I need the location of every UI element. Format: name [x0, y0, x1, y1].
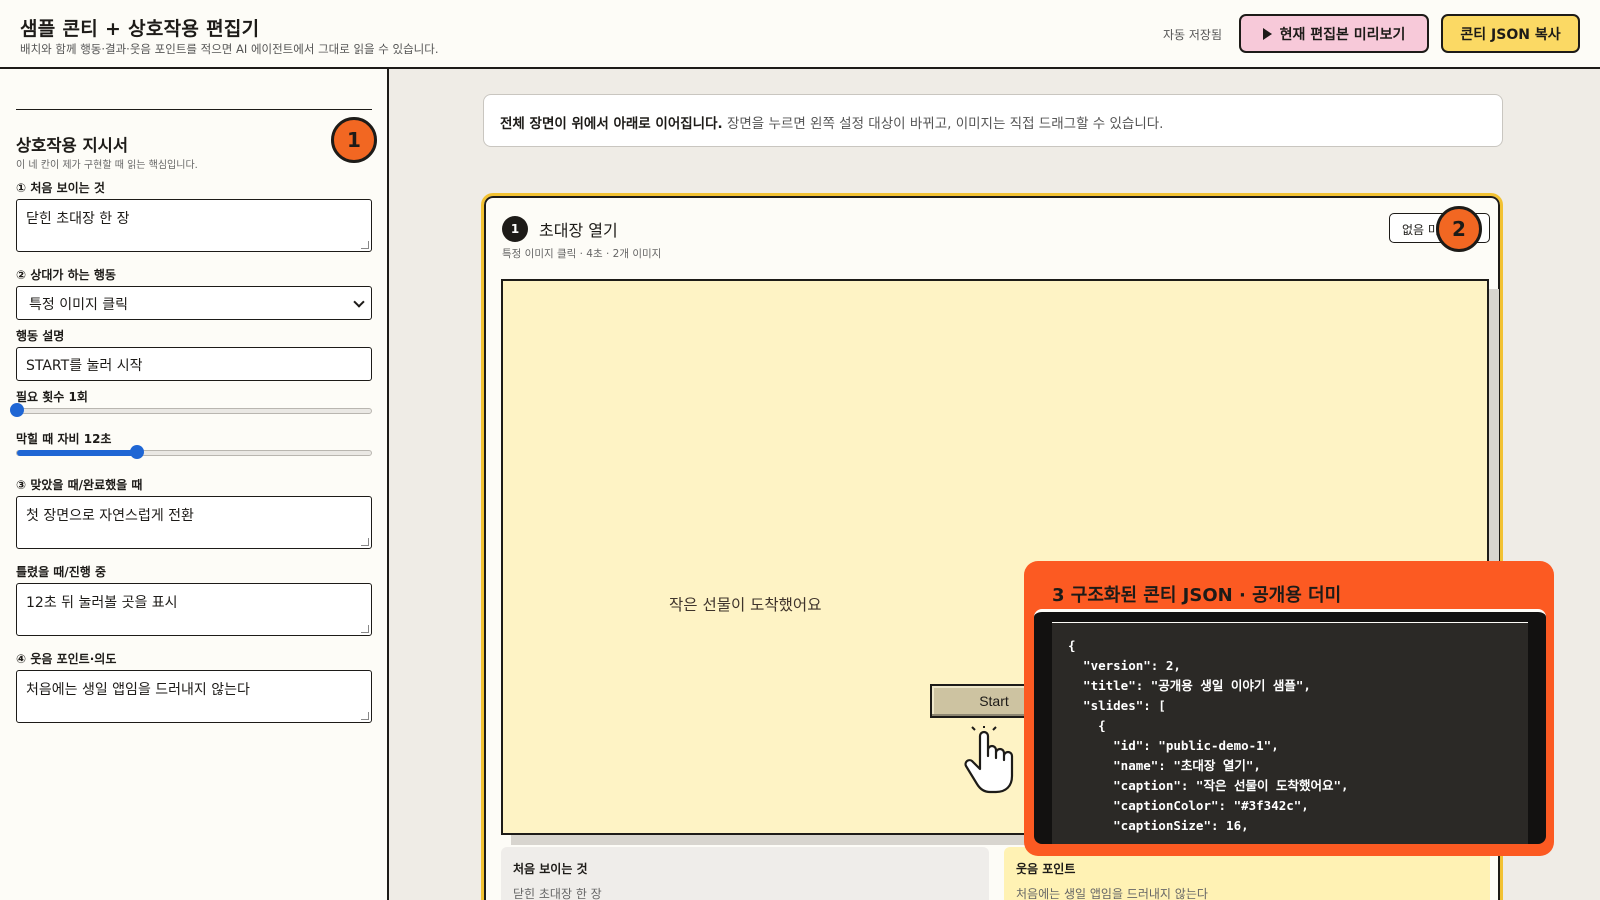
hint-label: 막힐 때 자비 12초	[16, 432, 112, 446]
success-label: ③ 맞았을 때/완료했을 때	[16, 478, 143, 492]
action-desc-label: 행동 설명	[16, 329, 65, 343]
count-label: 필요 횟수 1회	[16, 390, 88, 404]
note-first-seen-title: 처음 보이는 것	[513, 862, 588, 876]
hint-slider-fill	[17, 450, 138, 456]
json-line: "captionSize": 16,	[1068, 818, 1249, 833]
divider	[16, 109, 372, 110]
hint-slider[interactable]	[16, 445, 372, 459]
autosave-status: 자동 저장됨	[1163, 28, 1223, 42]
copy-json-button[interactable]: 콘티 JSON 복사	[1441, 14, 1580, 53]
scene-meta: 특정 이미지 클릭 · 4초 · 2개 이미지	[502, 248, 662, 260]
json-panel: 3 구조화된 콘티 JSON · 공개용 더미 { "version": 2, …	[1024, 561, 1554, 856]
json-line: "captionColor": "#3f342c",	[1068, 798, 1309, 813]
json-panel-title: 3 구조화된 콘티 JSON · 공개용 더미	[1052, 585, 1342, 606]
notice-bold: 전체 장면이 위에서 아래로 이어집니다.	[500, 116, 723, 132]
json-line: "version": 2,	[1068, 658, 1181, 673]
action-select[interactable]: 특정 이미지 클릭	[16, 286, 372, 320]
play-icon	[1262, 27, 1272, 40]
chevron-down-icon	[353, 296, 365, 308]
scene-caption[interactable]: 작은 선물이 도착했어요	[669, 593, 821, 615]
json-line: "title": "공개용 생일 이야기 샘플",	[1068, 678, 1311, 693]
json-line: "name": "초대장 열기",	[1068, 758, 1261, 773]
json-line: {	[1068, 718, 1106, 733]
section-title: 상호작용 지시서	[16, 136, 129, 155]
json-line: "caption": "작은 선물이 도착했어요",	[1068, 778, 1349, 793]
success-textarea[interactable]: 첫 장면으로 자연스럽게 전환	[16, 496, 372, 549]
count-slider-thumb[interactable]	[10, 403, 24, 417]
first-seen-textarea[interactable]: 닫힌 초대장 한 장	[16, 199, 372, 252]
preview-button-label: 현재 편집본 미리보기	[1279, 26, 1406, 43]
app-title: 샘플 콘티 + 상호작용 편집기	[20, 18, 260, 40]
flow-notice: 전체 장면이 위에서 아래로 이어집니다. 장면을 누르면 왼쪽 설정 대상이 …	[483, 94, 1503, 147]
fail-label: 틀렸을 때/진행 중	[16, 565, 107, 579]
json-line: "id": "public-demo-1",	[1068, 738, 1279, 753]
scene-name: 초대장 열기	[539, 221, 618, 240]
humor-label: ④ 웃음 포인트·의도	[16, 652, 117, 666]
action-desc-input[interactable]: START를 눌러 시작	[16, 347, 372, 381]
json-line: "slides": [	[1068, 698, 1166, 713]
hint-slider-thumb[interactable]	[130, 445, 145, 459]
note-first-seen-text: 닫힌 초대장 한 장	[513, 887, 602, 900]
pointer-hand-icon[interactable]	[958, 726, 1018, 798]
action-select-value: 특정 이미지 클릭	[29, 297, 129, 313]
count-slider[interactable]	[10, 403, 372, 417]
section-subtitle: 이 네 칸이 제가 구현할 때 읽는 핵심입니다.	[16, 160, 198, 171]
scene-number: 1	[502, 216, 528, 242]
note-humor-text: 처음에는 생일 앱임을 드러내지 않는다	[1016, 887, 1208, 900]
json-line: {	[1068, 638, 1076, 653]
notice-text: 장면을 누르면 왼쪽 설정 대상이 바뀌고, 이미지는 직접 드래그할 수 있습…	[722, 116, 1164, 132]
app-subtitle: 배치와 함께 행동·결과·웃음 포인트를 적으면 AI 에이전트에서 그대로 읽…	[20, 42, 439, 56]
note-humor-title: 웃음 포인트	[1016, 862, 1076, 876]
sidebar: 상호작용 지시서 이 네 칸이 제가 구현할 때 읽는 핵심입니다. 1 ① 처…	[0, 69, 389, 900]
note-first-seen: 처음 보이는 것 닫힌 초대장 한 장	[501, 847, 989, 900]
fail-textarea[interactable]: 12초 뒤 눌러볼 곳을 표시	[16, 583, 372, 636]
step-badge-2: 2	[1436, 206, 1482, 252]
action-label: ② 상대가 하는 행동	[16, 268, 116, 282]
preview-button[interactable]: 현재 편집본 미리보기	[1239, 14, 1429, 53]
first-seen-label: ① 처음 보이는 것	[16, 181, 105, 195]
json-code-block: { "version": 2, "title": "공개용 생일 이야기 샘플"…	[1052, 622, 1528, 844]
step-badge-1: 1	[331, 117, 377, 163]
top-bar: 샘플 콘티 + 상호작용 편집기 배치와 함께 행동·결과·웃음 포인트를 적으…	[0, 0, 1600, 69]
json-panel-body: { "version": 2, "title": "공개용 생일 이야기 샘플"…	[1034, 609, 1546, 844]
humor-textarea[interactable]: 처음에는 생일 앱임을 드러내지 않는다	[16, 670, 372, 723]
